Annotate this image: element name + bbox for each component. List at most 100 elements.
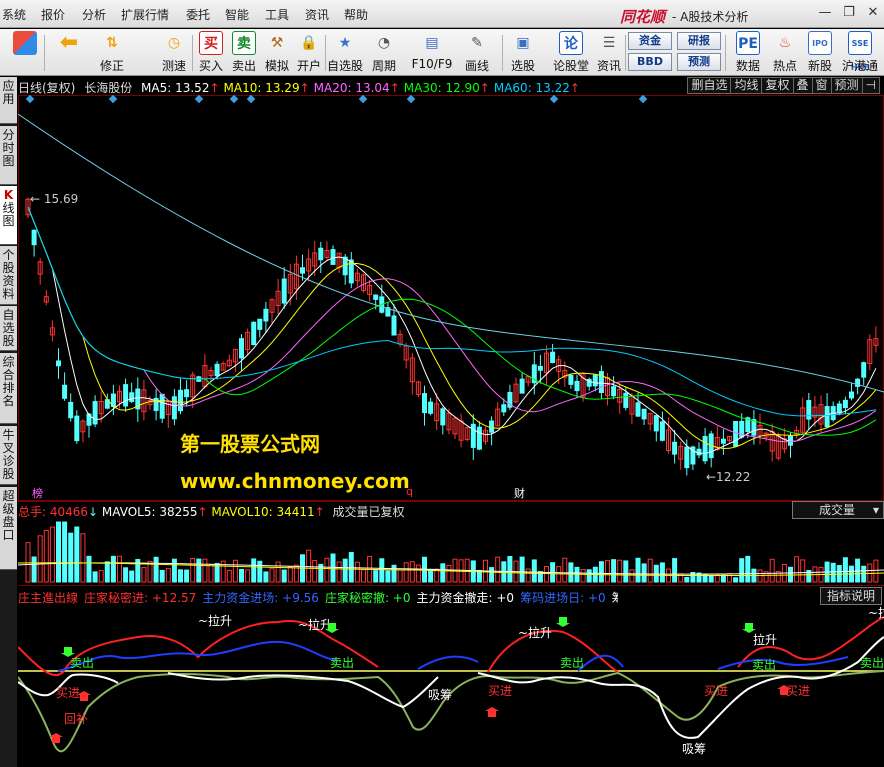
dropdown-arrow-icon: ▾ (872, 503, 879, 517)
signal-diamond-icon[interactable] (229, 94, 239, 104)
chart-area: 日线(复权) 长海股份 MA5: 13.52↑ MA10: 13.29↑ MA20:… (18, 77, 884, 767)
toolbar-hk-connect-button[interactable]: SSE HKE 沪港通 (842, 31, 878, 75)
toolbar-lun-button[interactable]: 论论股堂 (553, 31, 589, 75)
candle-body (672, 441, 678, 455)
toolbar-lock-button[interactable]: 🔒 开户 (294, 31, 324, 75)
toolbar-separator (625, 35, 626, 71)
lun-icon: 论 (559, 31, 583, 55)
sidebar-tab-2[interactable]: K线图 (0, 186, 17, 245)
toolbar-chart-select-button[interactable]: ▣ 选股 (508, 31, 538, 75)
toolbar-separator (725, 35, 726, 71)
candle-body (836, 403, 842, 414)
toolbar-sell-button[interactable]: 卖卖出 (229, 31, 259, 75)
sidebar-tab-7[interactable]: 超级盘口 (0, 487, 17, 570)
volume-bar (31, 556, 37, 583)
volume-selector[interactable]: 成交量 ▾ (792, 501, 884, 519)
sidebar-tab-0[interactable]: 应用 (0, 77, 17, 124)
candle-body (62, 384, 68, 399)
candle-body (428, 401, 434, 414)
volume-legend: 总手: 40466↓ MAVOL5: 38255↑ MAVOL10: 34411… (18, 505, 405, 519)
candle-body (598, 371, 604, 394)
sidebar-tab-5[interactable]: 综合排名 (0, 353, 17, 424)
volume-bar (330, 553, 336, 583)
toolbar-clock-cycle-button[interactable]: ◔ 周期 (369, 31, 399, 75)
indicator-explain-button[interactable]: 指标说明 (820, 587, 882, 605)
toolbar-ipo-button[interactable]: IPO 新股 (805, 31, 835, 75)
menu-item-4[interactable]: 委托 (186, 6, 210, 23)
candle-body (214, 363, 220, 377)
volume-bar (56, 521, 61, 583)
toolbar-grid-button[interactable]: ▦ (10, 31, 40, 75)
volume-bar (269, 568, 275, 583)
candle-body (92, 401, 98, 425)
menu-item-5[interactable]: 智能 (225, 6, 249, 23)
toolbar-news-button[interactable]: ☰ 资讯 (594, 31, 624, 75)
menu-item-2[interactable]: 分析 (82, 6, 106, 23)
indicator-legend-item: 主力资金撤走: +0 (416, 591, 515, 605)
volume-bar (281, 569, 287, 583)
menu-item-6[interactable]: 工具 (265, 6, 289, 23)
toolbar-buy-button[interactable]: 买买入 (196, 31, 226, 75)
volume-bar (306, 549, 312, 583)
candle-body (653, 415, 659, 432)
toolbar-separator (192, 35, 193, 71)
signal-diamond-icon[interactable] (246, 94, 256, 104)
capital-inflow-blue-line (57, 640, 849, 672)
toolbar-pe-button[interactable]: PE 数据 (733, 31, 763, 75)
sidebar-tab-char: 名 (2, 394, 15, 408)
menu-item-8[interactable]: 帮助 (344, 6, 368, 23)
high-price-label: ← 15.69 (30, 192, 78, 206)
toolbar-small-button[interactable]: 研报 (677, 32, 721, 50)
volume-bar (153, 556, 159, 583)
kline-chart-svg[interactable]: ← 15.69←12.22榜q财~拉升~拉升~拉升拉升~拉升卖出卖出卖出卖出卖出… (18, 77, 884, 767)
toolbar-clock-button[interactable]: ◷ 测速 (159, 31, 189, 75)
candle-body (159, 393, 165, 419)
menu-item-1[interactable]: 报价 (41, 6, 65, 23)
volume-bar (171, 558, 177, 583)
sidebar-tab-1[interactable]: 分时图 (0, 126, 17, 185)
signal-diamond-icon[interactable] (25, 94, 35, 104)
signal-diamond-icon[interactable] (406, 94, 416, 104)
volume-note: 成交量已复权 (332, 505, 405, 519)
sidebar-tab-6[interactable]: 牛叉诊股 (0, 426, 17, 485)
toolbar-up-down-arrows-button[interactable]: ⇅ 修正 (97, 31, 127, 75)
sidebar-tab-4[interactable]: 自选股 (0, 306, 17, 351)
signal-diamond-icon[interactable] (549, 94, 559, 104)
toolbar-hot-button[interactable]: ♨ 热点 (770, 31, 800, 75)
buy-arrow-icon (485, 707, 499, 717)
toolbar-small-button[interactable]: 资金 (628, 32, 672, 50)
signal-diamond-icon[interactable] (638, 94, 648, 104)
ma10-line (27, 206, 877, 450)
candle-body (733, 420, 739, 447)
volume-bar (86, 555, 92, 583)
toolbar-pencil-button[interactable]: ✎ 画线 (462, 31, 492, 75)
toolbar-back-arrow-button[interactable]: ⬅ (54, 31, 84, 75)
sidebar-tab-3[interactable]: 个股资料 (0, 246, 17, 305)
volume-bar (159, 569, 165, 583)
event-marker[interactable]: 榜 (32, 486, 43, 500)
toolbar-small-button[interactable]: BBD (628, 53, 672, 71)
menu-item-7[interactable]: 资讯 (305, 6, 329, 23)
signal-diamond-icon[interactable] (108, 94, 118, 104)
candle-body (550, 351, 556, 363)
candle-body (720, 438, 726, 444)
candle-body (440, 408, 446, 426)
volume-bar (80, 533, 86, 583)
menu-item-0[interactable]: 系统 (2, 6, 26, 23)
toolbar-f10-button[interactable]: ▤ F10/F9 (412, 31, 453, 75)
candle-body (806, 400, 812, 420)
menu-item-3[interactable]: 扩展行情 (121, 6, 169, 23)
toolbar-star-folder-button[interactable]: ★ 自选股 (327, 31, 363, 75)
minimize-icon[interactable]: — (814, 4, 836, 22)
signal-diamond-icon[interactable] (194, 94, 204, 104)
ma5-line (27, 206, 877, 454)
volume-bar (287, 566, 293, 583)
hk-connect-icon: SSE HKE (848, 31, 872, 72)
close-icon[interactable]: ✕ (862, 4, 884, 22)
restore-icon[interactable]: ❐ (838, 4, 860, 22)
signal-diamond-icon[interactable] (358, 94, 368, 104)
volume-bar (373, 570, 379, 583)
toolbar-small-button[interactable]: 预测 (677, 53, 721, 71)
indicator-legend-item: 主力资金进场: +9.56 (202, 591, 319, 605)
event-marker[interactable]: 财 (514, 486, 525, 500)
